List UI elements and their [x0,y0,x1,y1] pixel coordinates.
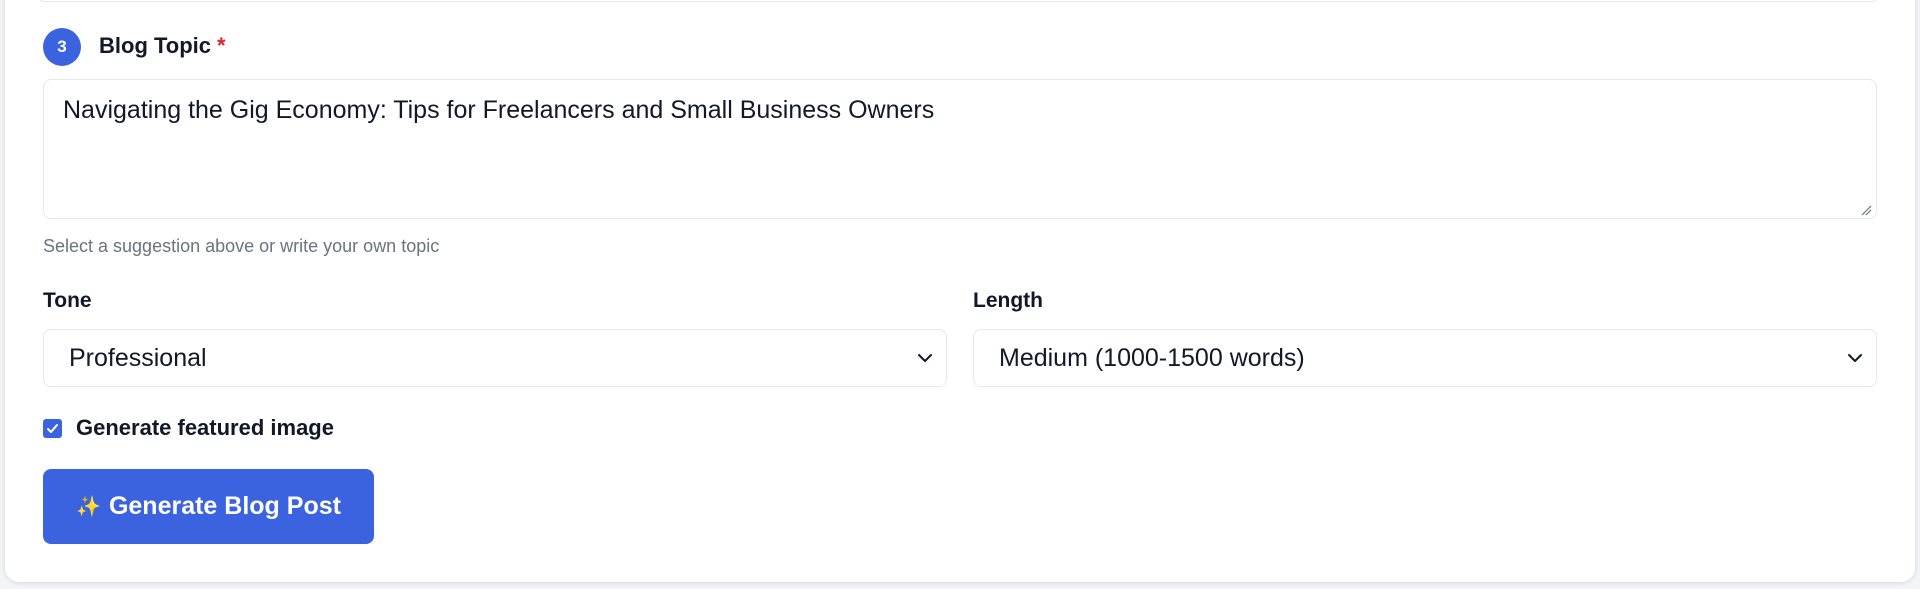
length-select[interactable]: Medium (1000-1500 words) [973,329,1877,387]
topic-helper-text: Select a suggestion above or write your … [43,236,440,256]
length-label: Length [973,289,1043,312]
featured-image-checkbox[interactable] [43,419,62,438]
previous-field-edge [38,0,1878,2]
chevron-down-icon [1848,354,1862,362]
step-number-badge: 3 [43,28,81,66]
sparkles-icon: ✨ [76,496,101,518]
tone-select[interactable]: Professional [43,329,947,387]
featured-image-label[interactable]: Generate featured image [76,415,334,441]
checkmark-icon [47,424,58,433]
step-number: 3 [57,37,67,56]
blog-topic-textarea[interactable] [43,79,1877,219]
chevron-down-icon [918,354,932,362]
resize-handle-icon[interactable] [1860,204,1872,216]
tone-selected-value: Professional [69,343,207,372]
generate-button-label: Generate Blog Post [108,492,341,520]
length-selected-value: Medium (1000-1500 words) [999,343,1305,372]
tone-label: Tone [43,289,92,312]
blog-topic-label: Blog Topic * [99,33,226,59]
generate-blog-post-button[interactable]: ✨ Generate Blog Post [43,469,374,544]
required-marker: * [217,33,226,58]
blog-topic-label-text: Blog Topic [99,33,212,58]
